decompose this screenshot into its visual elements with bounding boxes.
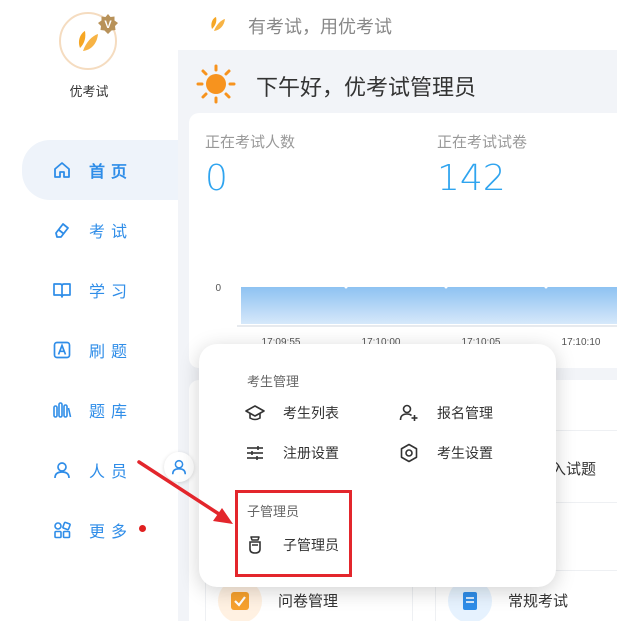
user-icon	[54, 462, 70, 479]
notification-dot	[139, 524, 147, 532]
menu-item-register-settings[interactable]: 注册设置	[245, 442, 339, 464]
brand-name: 优考试	[69, 85, 109, 100]
sliders-icon	[247, 446, 263, 460]
import-questions-link[interactable]: 入试题	[551, 458, 596, 479]
menu-item-label: 考生设置	[437, 446, 493, 462]
sidebar-item-study[interactable]: 学习	[0, 260, 178, 320]
book-icon	[53, 283, 71, 298]
activity-chart: 017:09:5517:10:0017:10:0517:10:1017:1	[215, 283, 617, 348]
sidebar-item-bank[interactable]: 题库	[0, 380, 178, 440]
sidebar-item-label: 刷题	[89, 342, 134, 361]
hexagon-settings-icon	[400, 443, 418, 463]
greeting-text: 下午好，优考试管理员	[256, 76, 477, 101]
x-tick-label: 17:10:10	[562, 337, 601, 348]
sidebar-item-exam[interactable]: 考试	[0, 200, 178, 260]
user-icon	[171, 459, 187, 475]
graduation-cap-icon	[245, 405, 265, 421]
sidebar-item-more[interactable]: 更多	[0, 500, 178, 560]
home-icon	[54, 162, 70, 178]
sidebar-item-label: 人员	[89, 462, 134, 481]
people-hover-indicator	[164, 452, 194, 482]
menu-item-examinee-settings[interactable]: 考生设置	[399, 442, 493, 464]
sidebar-nav: 首页 考试 学习 刷题 题库 人员 更多	[0, 140, 178, 560]
slogan: 有考试，用优考试	[248, 17, 392, 38]
stats-card: 正在考试人数 0 正在考试试卷 142 0 17:09:55 17:10:00 17:…	[189, 113, 617, 368]
grid-icon	[54, 521, 71, 539]
series-area	[241, 287, 617, 324]
sidebar-item-label: 首页	[89, 162, 134, 181]
y-tick-label: 0	[215, 283, 221, 294]
eraser-icon	[55, 223, 69, 238]
quick-survey-label: 问卷管理	[278, 592, 339, 610]
topbar: 有考试，用优考试	[178, 0, 617, 50]
sidebar-item-label: 考试	[89, 222, 134, 241]
sun-icon	[196, 64, 236, 104]
sidebar-item-label: 更多	[89, 522, 134, 541]
quick-regular-exam-label: 常规考试	[508, 592, 569, 610]
sidebar: V 优考试 首页 考试 学习 刷题 题库 人员 更多	[0, 0, 178, 621]
sidebar-item-people[interactable]: 人员	[0, 440, 178, 500]
library-icon	[53, 402, 72, 418]
vip-badge-text: V	[104, 19, 112, 31]
menu-item-registration[interactable]: 报名管理	[399, 402, 493, 424]
section-title-examinee: 考生管理	[247, 375, 300, 390]
data-point	[544, 285, 548, 289]
sidebar-item-label: 学习	[89, 282, 134, 301]
data-point	[444, 285, 448, 289]
menu-item-label: 报名管理	[437, 406, 493, 422]
menu-item-label: 注册设置	[283, 446, 339, 462]
sidebar-item-home[interactable]: 首页	[22, 140, 178, 200]
user-add-icon	[399, 404, 418, 421]
highlight-box	[235, 490, 352, 577]
data-point	[344, 285, 348, 289]
menu-item-label: 考生列表	[283, 406, 339, 422]
menu-item-examinee-list[interactable]: 考生列表	[245, 402, 339, 424]
checkbox-icon	[231, 592, 249, 610]
vip-badge: V	[97, 13, 119, 35]
sidebar-item-label: 题库	[89, 402, 134, 421]
letter-a-icon	[53, 341, 71, 359]
document-icon	[463, 592, 477, 610]
sidebar-item-practice[interactable]: 刷题	[0, 320, 178, 380]
leaf-logo-icon	[211, 17, 225, 31]
vip-crown-icon: V	[98, 14, 118, 34]
greeting-bar: 下午好，优考试管理员	[196, 60, 617, 106]
